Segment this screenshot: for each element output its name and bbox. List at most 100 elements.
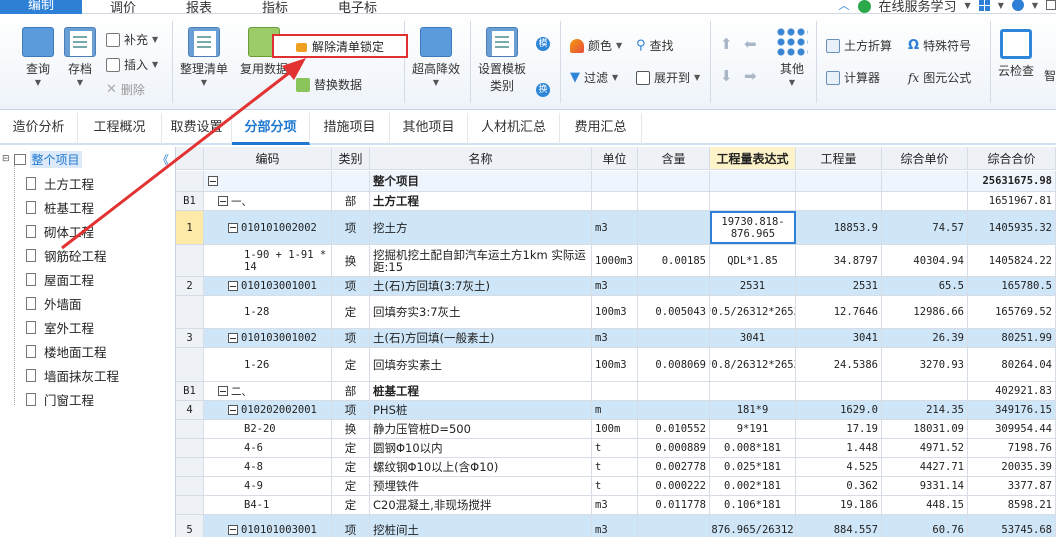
header-quantity[interactable]: 工程量: [796, 147, 882, 169]
table-row[interactable]: B1 二、 部 桩基工程 402921.83: [176, 382, 1056, 401]
online-caret-icon[interactable]: ▼: [965, 1, 971, 10]
insert-button[interactable]: 插入 ▼: [106, 56, 158, 73]
collapse-ribbon-icon[interactable]: ︿: [839, 0, 850, 13]
code-cell[interactable]: 1-26: [204, 348, 332, 381]
content-cell[interactable]: [638, 401, 710, 419]
code-cell[interactable]: 4-8: [204, 458, 332, 476]
move-down-button[interactable]: ⬇: [720, 67, 733, 85]
row-index[interactable]: [176, 348, 204, 381]
quantity-cell[interactable]: 2531: [796, 277, 882, 295]
type-cell[interactable]: 定: [332, 296, 370, 328]
move-left-button[interactable]: ⬅: [744, 35, 757, 53]
quantity-expression-cell[interactable]: QDL*0.5/26312*26539.8: [710, 296, 796, 328]
unit-price-cell[interactable]: 9331.14: [882, 477, 968, 495]
tree-item[interactable]: 室外工程: [26, 316, 94, 338]
code-cell[interactable]: B2-20: [204, 420, 332, 438]
content-cell[interactable]: [638, 382, 710, 400]
smart-button[interactable]: 智: [1044, 67, 1056, 84]
quantity-cell[interactable]: 12.7646: [796, 296, 882, 328]
collapse-panel-icon[interactable]: 《: [157, 151, 169, 168]
tab-fee-settings[interactable]: 取费设置: [162, 113, 232, 145]
tree-item[interactable]: 土方工程: [26, 172, 94, 194]
collapse-row-icon[interactable]: [228, 333, 238, 343]
type-cell[interactable]: 换: [332, 245, 370, 276]
row-index[interactable]: [176, 245, 204, 276]
template-apply-button[interactable]: 换: [536, 83, 550, 97]
quantity-cell[interactable]: 4.525: [796, 458, 882, 476]
expand-to-button[interactable]: 展开到 ▼: [636, 69, 700, 86]
total-price-cell[interactable]: 1405824.22: [968, 245, 1056, 276]
window-restore-icon[interactable]: [1046, 0, 1056, 10]
total-price-cell[interactable]: 165780.5: [968, 277, 1056, 295]
name-cell[interactable]: PHS桩: [370, 401, 592, 419]
content-cell[interactable]: 0.000889: [638, 439, 710, 457]
code-cell[interactable]: 010202002001: [204, 401, 332, 419]
quantity-cell[interactable]: 17.19: [796, 420, 882, 438]
content-cell[interactable]: [638, 211, 710, 244]
code-cell[interactable]: 4-6: [204, 439, 332, 457]
row-index[interactable]: [176, 496, 204, 514]
name-cell[interactable]: 挖土方: [370, 211, 592, 244]
unit-price-cell[interactable]: 60.76: [882, 515, 968, 537]
type-cell[interactable]: 项: [332, 329, 370, 347]
unit-price-cell[interactable]: [882, 171, 968, 191]
tab-other-items[interactable]: 其他项目: [390, 113, 468, 145]
user-icon[interactable]: [1011, 0, 1024, 11]
quantity-expression-cell[interactable]: 0.008*181: [710, 439, 796, 457]
header-unit-price[interactable]: 综合单价: [882, 147, 968, 169]
apps-caret-icon[interactable]: ▼: [998, 1, 1004, 10]
content-cell[interactable]: [638, 515, 710, 537]
name-cell[interactable]: 圆钢Φ10以内: [370, 439, 592, 457]
table-row[interactable]: 4-6 定 圆钢Φ10以内 t 0.000889 0.008*181 1.448 4971.5…: [176, 439, 1056, 458]
move-right-button[interactable]: ➡: [744, 67, 757, 85]
code-cell[interactable]: 010103001002: [204, 329, 332, 347]
tree-item[interactable]: 墙面抹灰工程: [26, 364, 119, 386]
quantity-cell[interactable]: 34.8797: [796, 245, 882, 276]
collapse-row-icon[interactable]: [228, 222, 238, 233]
header-code[interactable]: 编码: [204, 147, 332, 169]
unit-cell[interactable]: 1000m3: [592, 245, 638, 276]
header-unit[interactable]: 单位: [592, 147, 638, 169]
tree-root-item[interactable]: ⊟ 整个项目: [0, 149, 176, 169]
total-price-cell[interactable]: 349176.15: [968, 401, 1056, 419]
quantity-expression-cell[interactable]: 0.106*181: [710, 496, 796, 514]
name-cell[interactable]: 整个项目: [370, 171, 592, 191]
quantity-expression-cell[interactable]: 2531: [710, 277, 796, 295]
tree-item[interactable]: 桩基工程: [26, 196, 94, 218]
quantity-cell[interactable]: [796, 382, 882, 400]
total-price-cell[interactable]: 8598.21: [968, 496, 1056, 514]
quantity-expression-cell[interactable]: 0.025*181: [710, 458, 796, 476]
tab-project-overview[interactable]: 工程概况: [78, 113, 162, 145]
header-content[interactable]: 含量: [638, 147, 710, 169]
unit-cell[interactable]: [592, 382, 638, 400]
total-price-cell[interactable]: 25631675.98: [968, 171, 1056, 191]
unit-price-cell[interactable]: 65.5: [882, 277, 968, 295]
content-cell[interactable]: 0.005043: [638, 296, 710, 328]
table-row[interactable]: 2 010103001001 项 土(石)方回填(3:7灰土) m3 2531 2531 65…: [176, 277, 1056, 296]
name-cell[interactable]: 挖桩间土: [370, 515, 592, 537]
type-cell[interactable]: 定: [332, 477, 370, 495]
content-cell[interactable]: 0.00185: [638, 245, 710, 276]
tree-item[interactable]: 钢筋砼工程: [26, 244, 107, 266]
quantity-expression-cell[interactable]: 9*191: [710, 420, 796, 438]
find-button[interactable]: ⚲ 查找: [636, 37, 674, 54]
unit-cell[interactable]: t: [592, 477, 638, 495]
row-index[interactable]: 1: [176, 211, 204, 244]
content-cell[interactable]: [638, 329, 710, 347]
organize-list-button[interactable]: 整理清单 ▼: [180, 27, 228, 87]
menu-edit[interactable]: 编制: [0, 0, 83, 14]
unit-price-cell[interactable]: 26.39: [882, 329, 968, 347]
type-cell[interactable]: 项: [332, 515, 370, 537]
special-symbol-button[interactable]: Ω 特殊符号: [908, 37, 971, 54]
tab-cost-analysis[interactable]: 造价分析: [0, 113, 78, 145]
quantity-expression-cell[interactable]: [710, 171, 796, 191]
table-row[interactable]: 整个项目 25631675.98: [176, 171, 1056, 192]
earthwork-convert-button[interactable]: 土方折算: [826, 37, 892, 54]
content-cell[interactable]: 0.000222: [638, 477, 710, 495]
delete-button[interactable]: ✕ 删除: [106, 81, 145, 98]
unit-cell[interactable]: m3: [592, 211, 638, 244]
tree-item[interactable]: 门窗工程: [26, 388, 94, 410]
type-cell[interactable]: 项: [332, 401, 370, 419]
type-cell[interactable]: 项: [332, 277, 370, 295]
type-cell[interactable]: 部: [332, 382, 370, 400]
